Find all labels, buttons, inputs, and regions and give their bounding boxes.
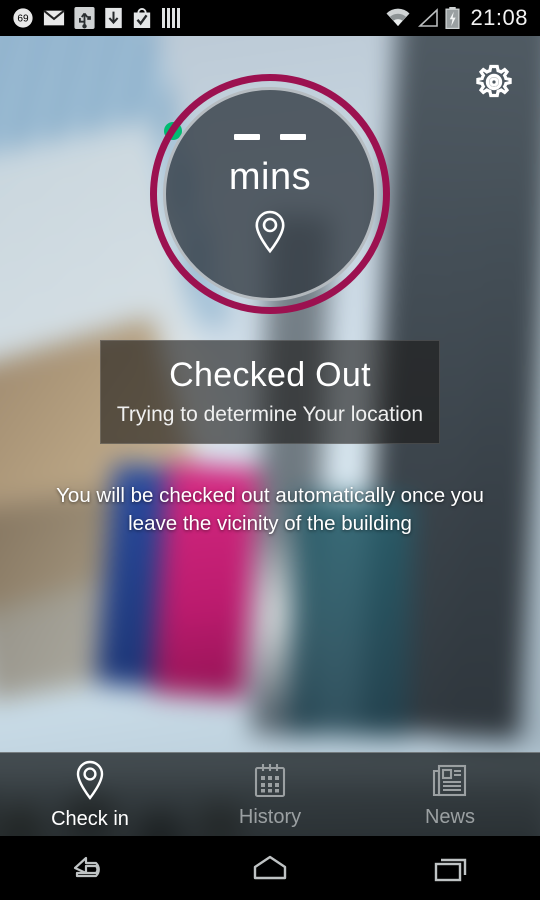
- main-content: mins Checked Out Trying to determine You…: [0, 36, 540, 900]
- back-arrow-icon: [73, 856, 100, 878]
- download-icon: [105, 7, 122, 29]
- newspaper-icon: [432, 764, 467, 796]
- email-icon: [43, 9, 65, 26]
- location-pin-icon: [76, 760, 104, 800]
- battery-charging-icon: [445, 7, 460, 29]
- tab-label: History: [238, 805, 302, 828]
- gear-icon: [476, 64, 512, 98]
- tab-label: News: [424, 805, 475, 828]
- status-bar: 69 21:08: [0, 0, 540, 36]
- calendar-icon: [254, 763, 286, 797]
- usb-icon: [74, 7, 95, 29]
- system-status-icons: 21:08: [385, 5, 540, 31]
- play-store-update-icon: [133, 8, 151, 28]
- badge-count-icon: 69: [13, 8, 33, 28]
- dial-dash: [280, 133, 306, 140]
- tab-label: Check in: [51, 807, 129, 830]
- nav-home-button[interactable]: [180, 851, 360, 885]
- nav-back-button[interactable]: [0, 851, 180, 885]
- phone-screen: 69 21:08 mins Checked Out Trying to dete…: [0, 0, 540, 900]
- clock-time: 21:08: [470, 5, 528, 30]
- android-navigation-bar: [0, 836, 540, 900]
- nav-recents-button[interactable]: [360, 851, 540, 885]
- tab-news[interactable]: News: [360, 761, 540, 829]
- home-icon: [253, 855, 287, 880]
- location-pin-icon: [255, 210, 285, 253]
- bottom-tab-bar: Check in History News: [0, 752, 540, 836]
- recent-apps-icon: [434, 858, 467, 882]
- status-card: Checked Out Trying to determine Your loc…: [100, 340, 440, 444]
- tab-check-in[interactable]: Check in: [0, 759, 180, 831]
- dial-dash: [234, 133, 260, 140]
- dial-value: [234, 133, 306, 140]
- dial-units-label: mins: [228, 155, 312, 198]
- status-title: Checked Out: [169, 355, 371, 394]
- tab-history[interactable]: History: [180, 761, 360, 829]
- auto-checkout-hint: You will be checked out automatically on…: [56, 484, 484, 535]
- status-subtitle: Trying to determine Your location: [116, 403, 424, 427]
- settings-button[interactable]: [466, 54, 522, 110]
- wifi-icon: [386, 8, 410, 26]
- svg-text:69: 69: [17, 14, 29, 25]
- equalizer-icon: [162, 8, 180, 28]
- notification-icons: 69: [0, 7, 181, 29]
- cell-signal-icon: [418, 8, 439, 27]
- checkin-dial[interactable]: mins: [150, 74, 390, 314]
